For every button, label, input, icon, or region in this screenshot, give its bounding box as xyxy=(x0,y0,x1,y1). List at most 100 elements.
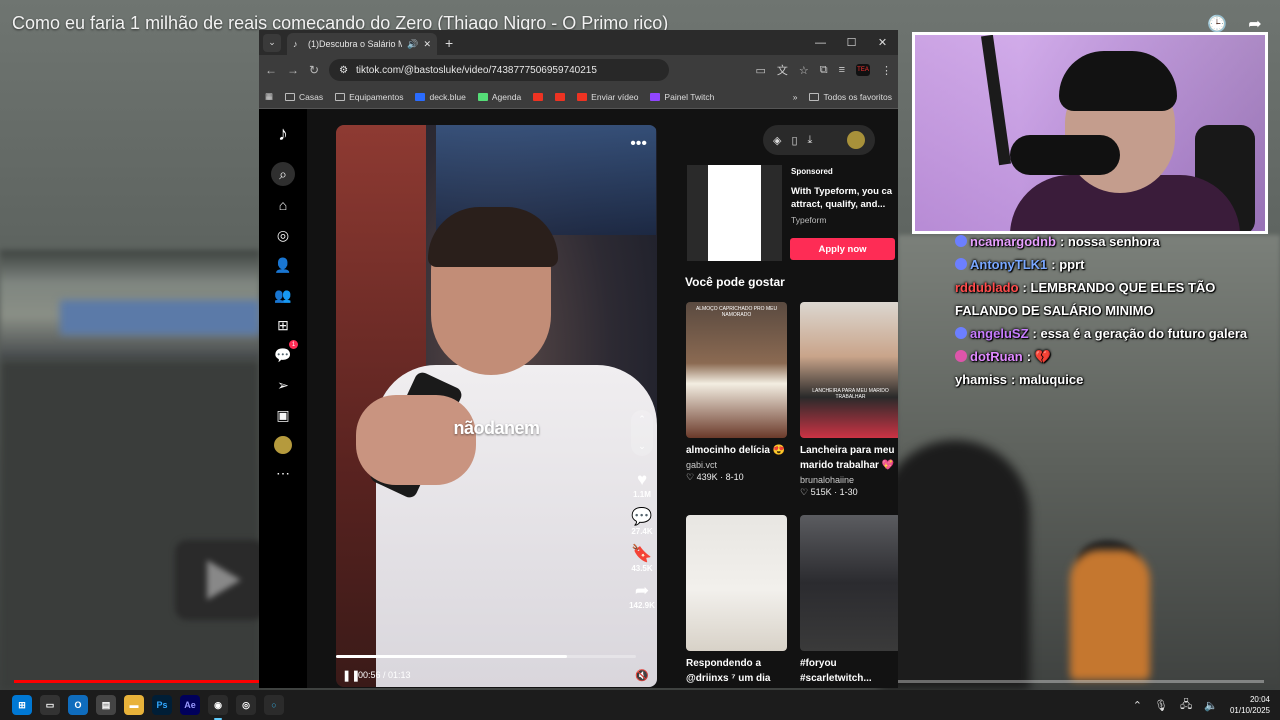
all-bookmarks[interactable]: Todos os favoritos xyxy=(809,92,892,102)
reload-icon[interactable]: ↻ xyxy=(309,63,319,77)
youtube-icon xyxy=(533,92,544,101)
start-icon[interactable]: ⊞ xyxy=(12,695,32,715)
alexa-icon[interactable]: ○ xyxy=(264,695,284,715)
profile-icon[interactable]: TEA xyxy=(856,64,870,76)
forward-icon[interactable]: → xyxy=(287,63,299,77)
home-icon[interactable]: ⌂ xyxy=(272,194,294,216)
task-view-icon[interactable]: ▭ xyxy=(40,695,60,715)
sponsored-ad[interactable]: Sponsored With Typeform, you ca attract,… xyxy=(687,165,897,261)
chrome-icon[interactable]: ◉ xyxy=(208,695,228,720)
store-icon[interactable]: ▤ xyxy=(96,695,116,715)
minimize-button[interactable]: — xyxy=(805,30,836,55)
toolbar-icons: ▭ 文 ☆ ⧉ ≡ TEA ⋮ xyxy=(755,62,892,78)
download-icon[interactable]: ⤓ xyxy=(808,134,813,147)
card-title: Respondendo a @driinxs ⁷ um dia e... xyxy=(686,658,771,684)
bookmark-star-icon[interactable]: ☆ xyxy=(799,64,809,77)
new-tab-button[interactable]: + xyxy=(445,35,453,51)
bookmark-item[interactable]: deck.blue xyxy=(415,92,466,102)
close-window-button[interactable]: ✕ xyxy=(867,30,898,55)
site-info-icon[interactable]: ⚙ xyxy=(339,65,348,76)
apps-icon[interactable]: ▦ xyxy=(265,91,273,102)
maximize-button[interactable]: ☐ xyxy=(836,30,867,55)
recommendation-card[interactable]: Respondendo a @driinxs ⁷ um dia e... xyxy=(686,515,787,688)
reading-list-icon[interactable]: ≡ xyxy=(839,64,845,76)
video-hand xyxy=(356,395,476,485)
upload-icon[interactable]: ⊞ xyxy=(272,314,294,336)
bookmark-item[interactable]: Casas xyxy=(285,92,323,102)
bluesky-icon xyxy=(415,92,426,101)
network-icon[interactable]: 🖧 xyxy=(1180,696,1192,715)
outlook-icon[interactable]: O xyxy=(68,695,88,715)
close-tab-icon[interactable]: ✕ xyxy=(423,39,431,50)
translate-icon[interactable]: 文 xyxy=(777,62,788,78)
tab-tiktok[interactable]: ♪ (1)Descubra o Salário Míni 🔊 ✕ xyxy=(287,33,437,55)
speaker-icon[interactable]: 🔈 xyxy=(1204,699,1218,712)
bookmark-item[interactable] xyxy=(533,92,544,101)
ad-sponsored-label: Sponsored xyxy=(791,167,833,176)
avatar[interactable] xyxy=(274,436,292,454)
clock[interactable]: 20:04 01/10/2025 xyxy=(1230,694,1270,716)
tiktok-logo-icon[interactable]: ♪ xyxy=(278,123,288,146)
like-button[interactable]: ♥ 1.1M xyxy=(633,470,651,499)
recommendation-card[interactable]: LANCHEIRA PARA MEU MARIDO TRABALHAR Lanc… xyxy=(800,302,898,498)
friends-icon[interactable]: 👥 xyxy=(272,284,294,306)
tab-search-button[interactable]: ⌄ xyxy=(263,33,281,52)
youtube-icon xyxy=(577,92,588,101)
obs-icon[interactable]: ◎ xyxy=(236,695,256,715)
video-player[interactable]: ••• nãodanem ⌃ ⌄ ♥ 1.1M 💬 27.4K 🔖 43.5K ➦ 14… xyxy=(336,125,657,687)
chat-message: dotRuan: 💔 xyxy=(955,345,1275,368)
microphone-icon[interactable]: 🎙 xyxy=(1154,699,1168,712)
bookmark-item[interactable]: Enviar vídeo xyxy=(577,92,638,102)
after-effects-icon[interactable]: Ae xyxy=(180,695,200,715)
bookmark-item[interactable] xyxy=(555,92,566,101)
explore-icon[interactable]: ◎ xyxy=(272,224,294,246)
volume-icon[interactable]: 🔇 xyxy=(635,669,649,682)
comment-button[interactable]: 💬 27.4K xyxy=(631,507,652,536)
following-icon[interactable]: 👤 xyxy=(272,254,294,276)
search-icon[interactable]: ⌕ xyxy=(271,162,295,186)
video-seek-bar[interactable] xyxy=(336,655,636,658)
cast-icon[interactable]: ▭ xyxy=(755,64,765,77)
clock-time: 20:04 xyxy=(1249,695,1270,704)
url-field[interactable]: ⚙ tiktok.com/@bastosluke/video/743877750… xyxy=(329,59,670,81)
bookmark-item[interactable]: Agenda xyxy=(477,92,521,102)
card-thumbnail: LANCHEIRA PARA MEU MARIDO TRABALHAR xyxy=(800,302,898,438)
coins-icon[interactable]: ◈ xyxy=(773,134,781,147)
youtube-icon xyxy=(555,92,566,101)
previous-video-icon[interactable]: ⌃ xyxy=(638,414,646,425)
recommendation-card[interactable]: ALMOÇO CAPRICHADO PRO MEU NAMORADO almoc… xyxy=(686,302,787,483)
live-icon[interactable]: ▣ xyxy=(272,404,294,426)
more-icon[interactable]: ⋯ xyxy=(272,462,294,484)
audio-icon[interactable]: 🔊 xyxy=(407,39,418,50)
photoshop-icon[interactable]: Ps xyxy=(152,695,172,715)
more-bookmarks-icon[interactable]: » xyxy=(793,92,798,102)
chat-text: essa é a geração do futuro galera xyxy=(1040,326,1248,341)
video-actions: ♥ 1.1M 💬 27.4K 🔖 43.5K ➦ 142.9K xyxy=(626,470,657,616)
sub-badge-icon xyxy=(955,235,967,247)
video-time: 00:56 / 01:13 xyxy=(358,670,411,680)
file-explorer-icon[interactable]: ▬ xyxy=(124,695,144,715)
apply-now-button[interactable]: Apply now xyxy=(790,238,895,260)
system-tray: ⌃ 🎙 🖧 🔈 20:04 01/10/2025 xyxy=(1133,694,1270,716)
save-button[interactable]: 🔖 43.5K xyxy=(631,544,652,573)
show-hidden-icons[interactable]: ⌃ xyxy=(1133,699,1142,712)
chat-message: yhamiss: maluquice xyxy=(955,372,1084,387)
back-icon[interactable]: ← xyxy=(265,63,277,77)
heart-icon: ♥ xyxy=(636,470,648,489)
inbox-icon[interactable]: 💬 1 xyxy=(272,340,298,366)
bg-action-figure xyxy=(1070,550,1150,680)
recommendation-card[interactable]: #foryou #scarletwitch... xyxy=(800,515,898,686)
bookmark-item[interactable]: Painel Twitch xyxy=(650,92,714,102)
share-button[interactable]: ➦ 142.9K xyxy=(629,581,655,610)
avatar[interactable] xyxy=(847,131,865,149)
twitch-icon xyxy=(650,92,661,101)
menu-icon[interactable]: ⋮ xyxy=(881,64,892,77)
next-video-icon[interactable]: ⌄ xyxy=(638,441,646,452)
device-icon[interactable]: ▯ xyxy=(791,134,797,147)
more-options-icon[interactable]: ••• xyxy=(630,135,647,153)
comment-count: 27.4K xyxy=(631,527,653,536)
bookmark-item[interactable]: Equipamentos xyxy=(335,92,403,102)
chat-username: ncamargodnb xyxy=(970,234,1056,249)
activity-icon[interactable]: ➢ xyxy=(272,374,294,396)
extensions-icon[interactable]: ⧉ xyxy=(820,64,828,77)
